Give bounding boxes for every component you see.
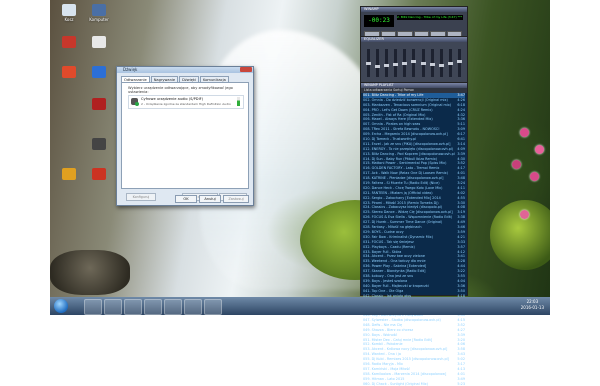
- sound-dialog: Dźwięk Odtwarzanie Nagrywanie Dźwięki Ko…: [116, 66, 254, 206]
- track-title: 060. Dj Chack - Sunlight (Original Mix): [363, 381, 428, 386]
- desktop-icon-label: [88, 181, 110, 191]
- eq-slider-knob[interactable]: [393, 63, 399, 66]
- eq-slider[interactable]: [411, 49, 417, 77]
- desktop-icon-label: Kosz: [64, 17, 74, 22]
- app-icon: [92, 36, 106, 48]
- wallpaper-rock: [50, 250, 130, 295]
- eq-slider-knob[interactable]: [402, 62, 408, 65]
- eq-slider[interactable]: [456, 49, 462, 77]
- desktop-icon[interactable]: [58, 66, 80, 89]
- eq-slider-knob[interactable]: [411, 60, 417, 63]
- app-icon: [62, 66, 76, 78]
- song-marquee: 2. Blitz Dancing - Tribe of my Life (3:4…: [397, 15, 463, 20]
- device-item[interactable]: Cyfrowe urządzenie audio (S/PDIF) 2 - Ur…: [128, 95, 244, 109]
- cancel-button[interactable]: Anuluj: [199, 195, 221, 203]
- taskbar: 22:03 2016-01-13: [50, 297, 550, 315]
- level-meter: [237, 97, 240, 106]
- eq-slider-knob[interactable]: [384, 64, 390, 67]
- eq-slider[interactable]: [366, 49, 371, 77]
- close-icon[interactable]: [240, 67, 252, 72]
- dialog-title: Dźwięk: [123, 67, 138, 72]
- app-icon: [92, 4, 106, 16]
- eq-slider-knob[interactable]: [429, 63, 435, 66]
- desktop-icon[interactable]: Komputer: [88, 4, 110, 27]
- desktop-icon-label: [88, 49, 110, 59]
- winamp-equalizer: EQUALIZER: [360, 36, 468, 84]
- app-icon: [62, 168, 76, 180]
- desktop-icon[interactable]: Kosz: [58, 4, 80, 27]
- desktop-icon-label: [88, 151, 110, 161]
- app-icon: [92, 98, 106, 110]
- desktop-icon-label: [58, 49, 80, 59]
- eq-sliders: [366, 49, 462, 77]
- app-icon: [92, 138, 106, 150]
- app-icon: [92, 66, 106, 78]
- eq-slider[interactable]: [384, 49, 390, 77]
- desktop-icon-label: [88, 111, 110, 121]
- tray-clock[interactable]: 22:03 2016-01-13: [521, 299, 544, 311]
- firefox-taskbar-icon[interactable]: [144, 299, 162, 315]
- eq-slider[interactable]: [393, 49, 399, 77]
- folder-taskbar-icon[interactable]: [104, 299, 122, 315]
- eq-slider-knob[interactable]: [366, 62, 371, 65]
- desktop-icon-label: Komputer: [89, 17, 109, 22]
- desktop-icon-label: [88, 79, 110, 89]
- playlist-track[interactable]: 060. Dj Chack - Sunlight (Original Mix) 5…: [363, 382, 465, 386]
- wallpaper-moss: [490, 200, 550, 270]
- winamp-playlist: WINAMP PLAYLIST Lista odtwarzania Sortuj…: [360, 82, 468, 386]
- playlist-tracks: 001. Blitz Dancing - Tribe of my Life 3:4…: [361, 93, 467, 386]
- track-duration: 5:23: [457, 381, 465, 386]
- device-status: 2 - Urządzenie zgodne ze standardem High…: [141, 102, 231, 106]
- playback-panel: Wybierz urządzenie odtwarzające, aby zmo…: [121, 82, 249, 201]
- desktop-icon[interactable]: [58, 36, 80, 59]
- desktop-icon[interactable]: [88, 98, 110, 121]
- eq-slider[interactable]: [447, 49, 453, 77]
- panel-hint: Wybierz urządzenie odtwarzające, aby zmo…: [128, 86, 233, 94]
- configure-button[interactable]: Konfiguruj: [126, 193, 156, 201]
- app-icon: [92, 168, 106, 180]
- desktop-icon-label: [58, 181, 80, 191]
- ok-button[interactable]: OK: [175, 195, 197, 203]
- winamp-titlebar[interactable]: WINAMP: [361, 7, 467, 12]
- eq-slider-knob[interactable]: [456, 60, 462, 63]
- eq-slider[interactable]: [429, 49, 435, 77]
- app-taskbar-icon[interactable]: [164, 299, 182, 315]
- desktop-icon[interactable]: [88, 138, 110, 161]
- equalizer-titlebar[interactable]: EQUALIZER: [361, 37, 467, 42]
- eq-slider[interactable]: [402, 49, 408, 77]
- eq-slider[interactable]: [438, 49, 444, 77]
- default-check-icon: [135, 102, 139, 106]
- explorer-taskbar-icon[interactable]: [84, 299, 102, 315]
- eq-slider-knob[interactable]: [438, 64, 444, 67]
- desktop-icon[interactable]: [58, 168, 80, 191]
- winamp-taskbar-icon[interactable]: [204, 299, 222, 315]
- device-name: Cyfrowe urządzenie audio (S/PDIF): [141, 97, 204, 101]
- desktop-icon[interactable]: [88, 36, 110, 59]
- time-display[interactable]: -00:23: [364, 15, 394, 27]
- app-icon: [62, 36, 76, 48]
- eq-slider-knob[interactable]: [447, 62, 453, 65]
- desktop-icon[interactable]: [88, 168, 110, 191]
- clock-date: 2016-01-13: [520, 305, 544, 310]
- media-taskbar-icon[interactable]: [124, 299, 142, 315]
- app-taskbar-icon[interactable]: [184, 299, 202, 315]
- eq-slider-knob[interactable]: [375, 65, 381, 68]
- start-button[interactable]: [54, 299, 68, 313]
- desktop-icon[interactable]: [88, 66, 110, 89]
- eq-slider[interactable]: [375, 49, 381, 77]
- apply-button[interactable]: Zastosuj: [223, 195, 249, 203]
- app-icon: [62, 4, 76, 16]
- eq-slider-knob[interactable]: [420, 62, 426, 65]
- eq-slider[interactable]: [420, 49, 426, 77]
- dialog-titlebar[interactable]: Dźwięk: [117, 67, 253, 73]
- desktop-icon-label: [58, 79, 80, 89]
